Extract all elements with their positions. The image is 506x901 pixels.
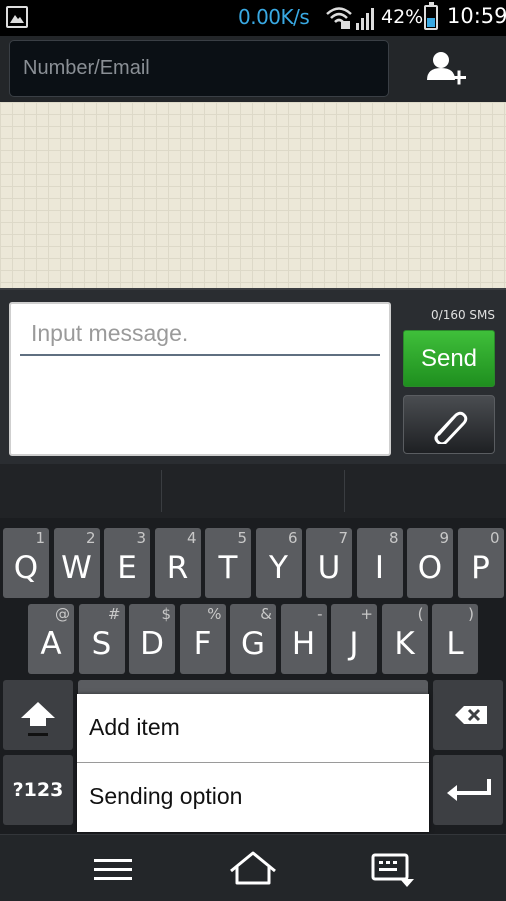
network-speed: 0.00K/s [238, 5, 310, 29]
shift-icon [21, 702, 55, 736]
menu-item-add-item[interactable]: Add item [77, 694, 429, 762]
enter-key[interactable] [433, 755, 503, 825]
key-secondary-label: - [317, 605, 323, 623]
key-p[interactable]: 0P [457, 528, 504, 598]
battery-percent: 42% [381, 6, 424, 28]
key-label: E [117, 550, 137, 586]
key-j[interactable]: + J [331, 604, 377, 674]
suggestion-strip [0, 464, 506, 518]
key-label: H [291, 626, 316, 662]
key-g[interactable]: & G [230, 604, 276, 674]
popup-menu: Add item Sending option [77, 694, 429, 832]
key-label: D [140, 626, 164, 662]
keyboard-hide-icon[interactable] [370, 849, 416, 889]
key-secondary-label: 7 [338, 529, 348, 547]
key-q[interactable]: 1Q [3, 528, 49, 598]
picture-icon [6, 6, 28, 28]
key-secondary-label: ( [417, 605, 424, 623]
symbols-label: ?123 [12, 779, 64, 801]
battery-fill [427, 18, 435, 27]
paperclip-icon [434, 411, 468, 444]
key-y[interactable]: 6Y [255, 528, 302, 598]
key-label: L [446, 626, 464, 662]
key-label: W [61, 550, 92, 586]
menu-icon[interactable] [90, 849, 136, 889]
key-label: P [471, 550, 490, 586]
attach-button[interactable] [403, 395, 495, 454]
add-contact-icon[interactable] [425, 50, 469, 90]
key-label: R [166, 550, 189, 586]
key-w[interactable]: 2W [53, 528, 100, 598]
key-r[interactable]: 4R [154, 528, 201, 598]
key-label: T [218, 550, 238, 586]
backspace-key[interactable] [433, 680, 503, 750]
signal-icon [356, 8, 376, 34]
key-secondary-label: 8 [388, 529, 399, 547]
clock: 10:59 [447, 4, 506, 28]
home-icon[interactable] [228, 849, 278, 889]
key-h[interactable]: -H [280, 604, 327, 674]
battery-icon [424, 2, 438, 30]
sms-counter: 0/160 SMS [431, 308, 495, 322]
key-t[interactable]: 5T [205, 528, 251, 598]
message-underline [20, 354, 380, 356]
suggestion-slot[interactable] [161, 470, 322, 512]
message-input[interactable]: Input message. [9, 302, 391, 456]
key-d[interactable]: $ D [129, 604, 175, 674]
send-button[interactable]: Send [403, 330, 495, 387]
key-secondary-label: 6 [287, 529, 298, 547]
recipient-field[interactable]: Number/Email [9, 40, 389, 97]
key-secondary-label: $ [161, 605, 171, 623]
key-s[interactable]: # S [78, 604, 125, 674]
key-secondary-label: % [207, 605, 222, 623]
key-secondary-label: ) [468, 605, 474, 623]
key-o[interactable]: 9O [407, 528, 453, 598]
key-i[interactable]: 8I [356, 528, 403, 598]
key-label: A [40, 626, 62, 662]
key-secondary-label: + [360, 605, 373, 623]
menu-item-label: Add item [89, 714, 180, 740]
key-l[interactable]: ) L [432, 604, 478, 674]
suggestion-slot[interactable] [344, 470, 505, 512]
key-secondary-label: & [260, 605, 272, 623]
symbols-key[interactable]: ?123 [3, 755, 73, 825]
key-label: J [349, 626, 359, 662]
recipient-bar: Number/Email [0, 36, 506, 102]
key-u[interactable]: 7U [306, 528, 352, 598]
key-secondary-label: 2 [85, 529, 96, 547]
backspace-icon [455, 706, 487, 724]
key-label: K [394, 626, 415, 662]
key-label: U [317, 550, 341, 586]
key-f[interactable]: % F [179, 604, 226, 674]
key-e[interactable]: 3E [104, 528, 150, 598]
conversation-area [0, 102, 506, 288]
enter-icon [447, 779, 491, 801]
key-secondary-label: 5 [237, 529, 247, 547]
key-k[interactable]: (K [381, 604, 428, 674]
wifi-icon [326, 6, 352, 34]
navigation-bar [0, 834, 506, 901]
key-secondary-label: 1 [35, 529, 45, 547]
key-secondary-label: 0 [489, 529, 500, 547]
key-secondary-label: @ [55, 605, 70, 623]
key-label: S [91, 626, 112, 662]
key-secondary-label: 9 [439, 529, 449, 547]
compose-panel: Input message. 0/160 SMS Send [0, 288, 506, 466]
status-bar: 0.00K/s 42% 10:59 [0, 0, 506, 36]
menu-item-label: Sending option [89, 783, 243, 809]
key-label: Y [269, 550, 288, 586]
key-label: Q [13, 550, 39, 586]
suggestion-slot[interactable] [0, 470, 160, 512]
key-a[interactable]: @ A [28, 604, 74, 674]
key-secondary-label: # [107, 605, 121, 623]
key-label: F [193, 626, 212, 662]
shift-key[interactable] [3, 680, 73, 750]
menu-item-sending-option[interactable]: Sending option [77, 763, 429, 831]
key-secondary-label: 4 [186, 529, 197, 547]
key-secondary-label: 3 [136, 529, 146, 547]
key-label: G [240, 626, 266, 662]
key-label: O [417, 550, 443, 586]
key-label: I [374, 550, 385, 586]
message-placeholder: Input message. [31, 320, 189, 346]
